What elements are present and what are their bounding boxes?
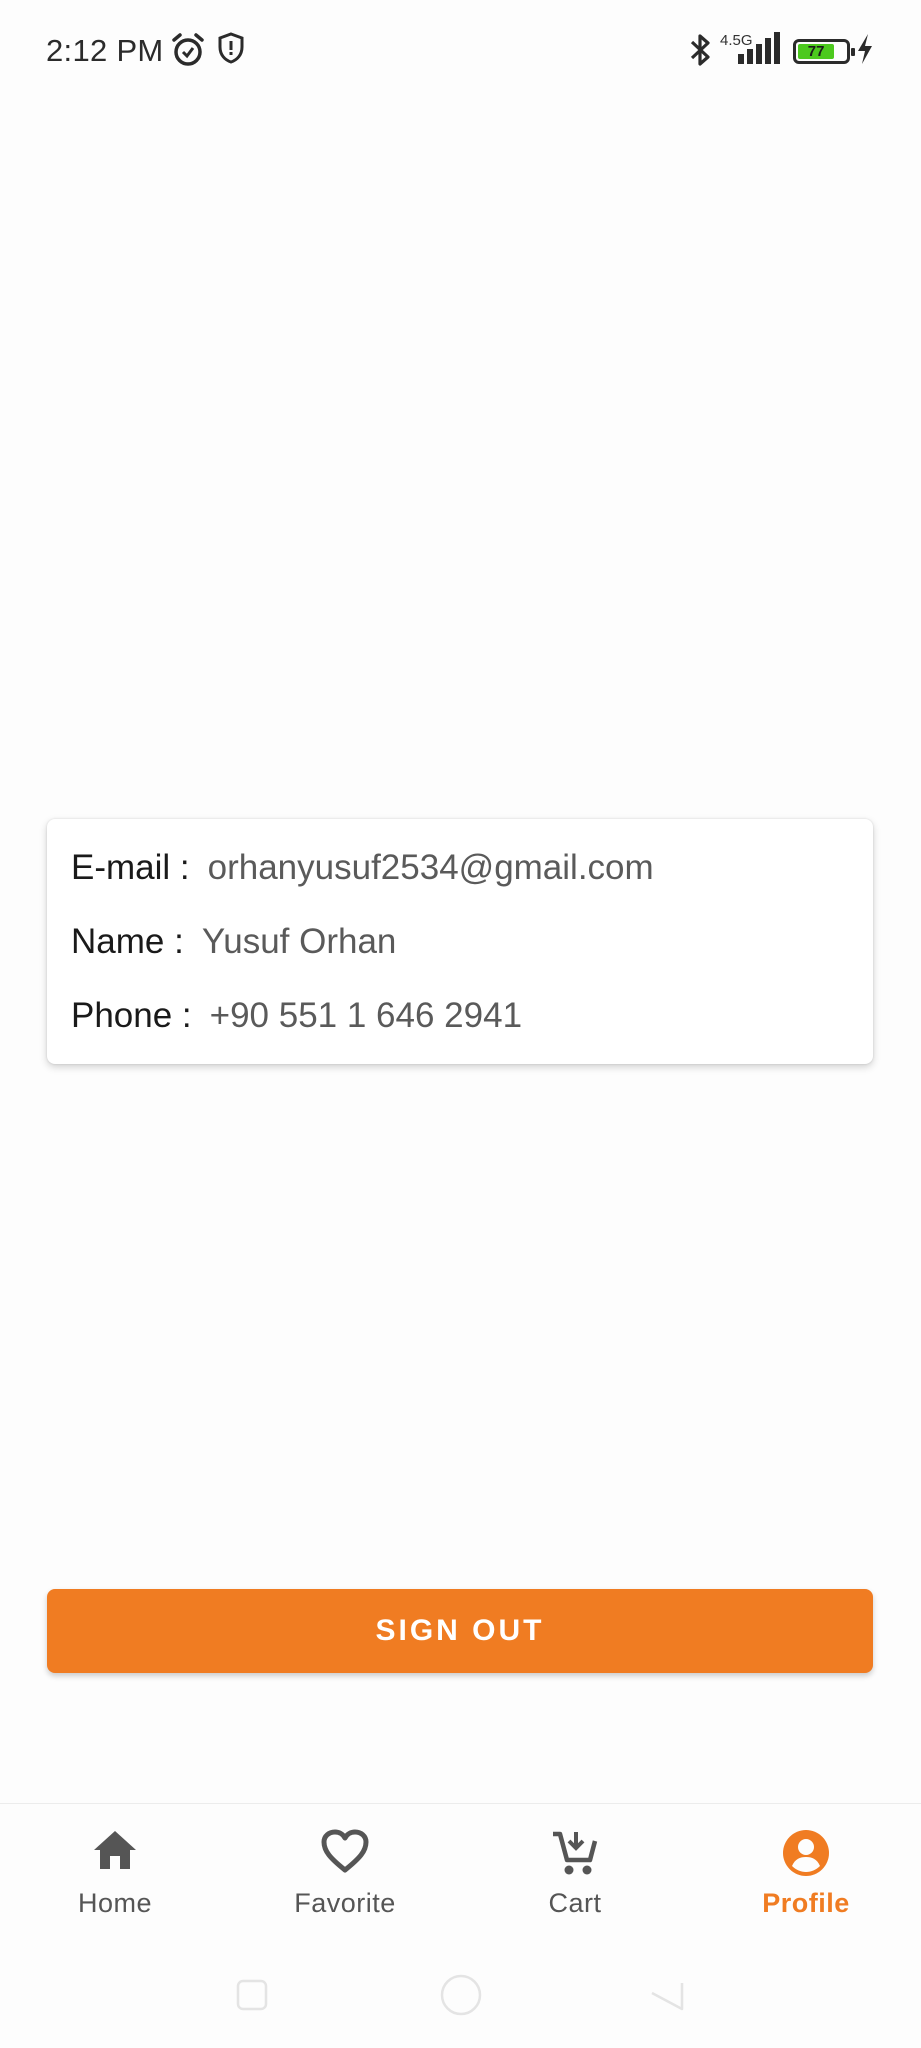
phone-value: +90 551 1 646 2941 [209,996,523,1035]
name-row: Name : Yusuf Orhan [71,922,396,962]
name-label: Name : [71,922,184,961]
nav-item-home[interactable]: Home [0,1804,230,1944]
email-label: E-mail : [71,848,190,887]
nav-item-profile[interactable]: Profile [691,1804,921,1944]
battery-level: 77 [798,44,835,59]
nav-label-favorite: Favorite [294,1888,396,1918]
nav-label-cart: Cart [548,1888,602,1918]
bottom-navigation: Home Favorite Cart Profile [0,1803,921,1943]
email-value: orhanyusuf2534@gmail.com [207,848,654,887]
status-time: 2:12 PM [46,33,164,68]
alarm-icon [172,33,204,66]
heart-icon [321,1829,369,1873]
nav-label-profile: Profile [762,1888,850,1918]
battery-cap [851,48,855,56]
shield-icon [218,32,244,64]
nav-item-cart[interactable]: Cart [460,1804,690,1944]
recent-apps-icon[interactable] [236,1979,268,2011]
signal-icon [738,32,780,64]
system-navigation-bar [0,1943,921,2048]
battery-icon: 77 [793,39,855,64]
bluetooth-icon [690,34,710,66]
phone-row: Phone : +90 551 1 646 2941 [71,996,522,1036]
back-icon[interactable] [650,1979,684,2013]
phone-label: Phone : [71,996,192,1035]
name-value: Yusuf Orhan [201,922,397,961]
profile-info-card: E-mail : orhanyusuf2534@gmail.com Name : Y… [47,819,873,1064]
email-row: E-mail : orhanyusuf2534@gmail.com [71,848,654,888]
profile-icon [783,1830,829,1876]
nav-label-home: Home [77,1888,153,1918]
sign-out-button[interactable]: SIGN OUT [47,1589,873,1673]
profile-screen: 2:12 PM 4.5G 77 E-mail: orhanyusuf2534@… [0,0,921,2048]
home-icon [94,1831,136,1869]
charging-icon [858,34,872,64]
system-home-icon[interactable] [439,1973,483,2017]
cart-icon [553,1831,598,1875]
nav-item-favorite[interactable]: Favorite [230,1804,460,1944]
status-bar: 2:12 PM 4.5G 77 [0,0,921,104]
